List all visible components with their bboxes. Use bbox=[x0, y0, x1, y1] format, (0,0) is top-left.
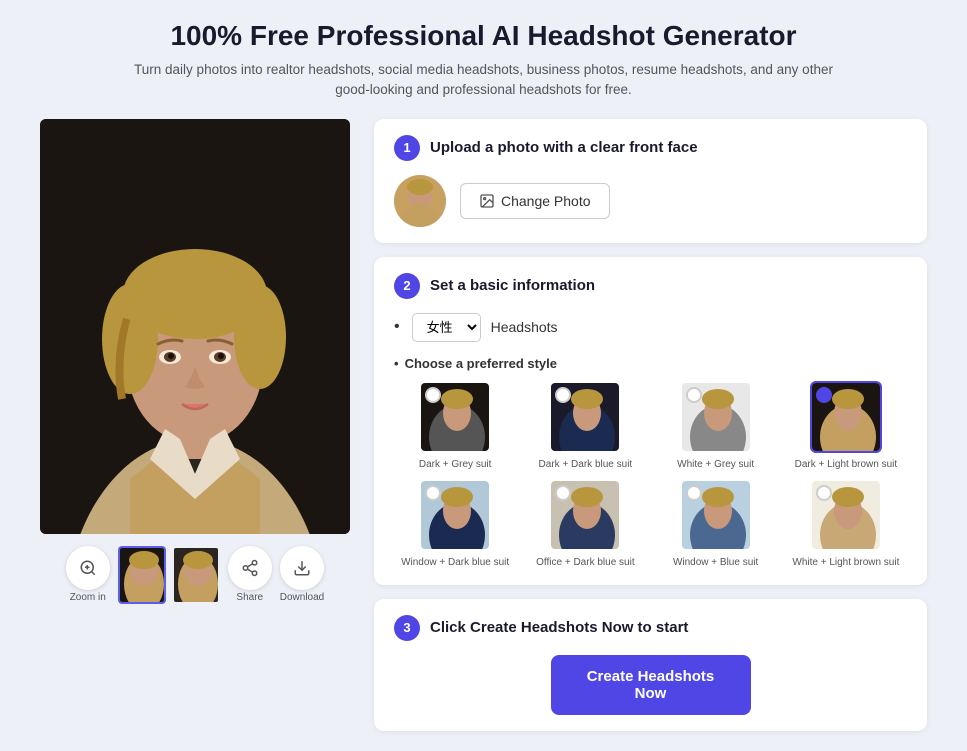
zoom-in-button[interactable] bbox=[66, 546, 110, 590]
style-label-3: Dark + Light brown suit bbox=[795, 458, 898, 471]
step-1-number: 1 bbox=[394, 135, 420, 161]
style-radio-2 bbox=[686, 387, 702, 403]
photo-section: Zoom in bbox=[40, 119, 350, 604]
step-2-card: 2 Set a basic information • 女性 男性 Headsh… bbox=[374, 257, 927, 585]
create-headshots-button[interactable]: Create Headshots Now bbox=[551, 655, 751, 715]
style-section-text: Choose a preferred style bbox=[405, 356, 557, 371]
step-2-title: Set a basic information bbox=[430, 277, 595, 294]
style-radio-4 bbox=[425, 485, 441, 501]
style-img-wrap-6 bbox=[680, 479, 752, 551]
style-item-5[interactable]: Office + Dark blue suit bbox=[524, 479, 646, 569]
page-title: 100% Free Professional AI Headshot Gener… bbox=[40, 20, 927, 52]
style-item-0[interactable]: Dark + Grey suit bbox=[394, 381, 516, 471]
page-header: 100% Free Professional AI Headshot Gener… bbox=[40, 20, 927, 101]
thumbnail-2[interactable] bbox=[172, 546, 220, 604]
step-1-header: 1 Upload a photo with a clear front face bbox=[394, 135, 907, 161]
style-img-wrap-3 bbox=[810, 381, 882, 453]
zoom-in-label: Zoom in bbox=[70, 592, 106, 603]
photo-controls: Zoom in bbox=[40, 546, 350, 604]
style-radio-5 bbox=[555, 485, 571, 501]
style-label-0: Dark + Grey suit bbox=[419, 458, 492, 471]
style-item-2[interactable]: White + Grey suit bbox=[655, 381, 777, 471]
step-1-card: 1 Upload a photo with a clear front face bbox=[374, 119, 927, 243]
style-img-wrap-1 bbox=[549, 381, 621, 453]
thumbnail-strip bbox=[118, 546, 220, 604]
style-grid: Dark + Grey suit bbox=[394, 381, 907, 569]
thumbnail-1[interactable] bbox=[118, 546, 166, 604]
style-radio-7 bbox=[816, 485, 832, 501]
step-1-content: Change Photo bbox=[394, 175, 907, 227]
change-photo-button[interactable]: Change Photo bbox=[460, 183, 610, 219]
image-icon bbox=[479, 193, 495, 209]
gender-row: • 女性 男性 Headshots bbox=[394, 313, 907, 342]
type-label: Headshots bbox=[491, 319, 558, 335]
style-radio-0 bbox=[425, 387, 441, 403]
gender-select[interactable]: 女性 男性 bbox=[412, 313, 481, 342]
share-button[interactable] bbox=[228, 546, 272, 590]
bullet-1: • bbox=[394, 318, 400, 336]
step-2-content: • 女性 男性 Headshots • Choose a preferred s… bbox=[394, 313, 907, 569]
share-label: Share bbox=[236, 592, 263, 603]
style-label-4: Window + Dark blue suit bbox=[401, 556, 509, 569]
style-label-5: Office + Dark blue suit bbox=[536, 556, 634, 569]
step-3-instruction: Click Create Headshots Now to start bbox=[430, 619, 688, 636]
step-2-number: 2 bbox=[394, 273, 420, 299]
style-img-wrap-2 bbox=[680, 381, 752, 453]
step-3-number: 3 bbox=[394, 615, 420, 641]
style-img-wrap-7 bbox=[810, 479, 882, 551]
style-radio-1 bbox=[555, 387, 571, 403]
style-item-7[interactable]: White + Light brown suit bbox=[785, 479, 907, 569]
style-label-7: White + Light brown suit bbox=[792, 556, 899, 569]
style-label-2: White + Grey suit bbox=[677, 458, 754, 471]
style-item-3[interactable]: Dark + Light brown suit bbox=[785, 381, 907, 471]
download-label: Download bbox=[280, 592, 324, 603]
step-2-header: 2 Set a basic information bbox=[394, 273, 907, 299]
style-radio-3 bbox=[816, 387, 832, 403]
style-label-1: Dark + Dark blue suit bbox=[539, 458, 633, 471]
style-img-wrap-0 bbox=[419, 381, 491, 453]
style-img-wrap-4 bbox=[419, 479, 491, 551]
style-radio-6 bbox=[686, 485, 702, 501]
step-1-title: Upload a photo with a clear front face bbox=[430, 139, 698, 156]
bullet-2: • bbox=[394, 356, 399, 371]
style-item-4[interactable]: Window + Dark blue suit bbox=[394, 479, 516, 569]
avatar-preview bbox=[394, 175, 446, 227]
main-photo-frame bbox=[40, 119, 350, 534]
download-button[interactable] bbox=[280, 546, 324, 590]
change-photo-label: Change Photo bbox=[501, 193, 591, 209]
step-3-header: 3 Click Create Headshots Now to start bbox=[394, 615, 907, 641]
page-subtitle: Turn daily photos into realtor headshots… bbox=[134, 60, 834, 101]
style-img-wrap-5 bbox=[549, 479, 621, 551]
style-section-label: • Choose a preferred style bbox=[394, 356, 907, 371]
style-label-6: Window + Blue suit bbox=[673, 556, 758, 569]
step-3-card: 3 Click Create Headshots Now to start Cr… bbox=[374, 599, 927, 731]
steps-section: 1 Upload a photo with a clear front face bbox=[374, 119, 927, 731]
style-item-6[interactable]: Window + Blue suit bbox=[655, 479, 777, 569]
style-item-1[interactable]: Dark + Dark blue suit bbox=[524, 381, 646, 471]
